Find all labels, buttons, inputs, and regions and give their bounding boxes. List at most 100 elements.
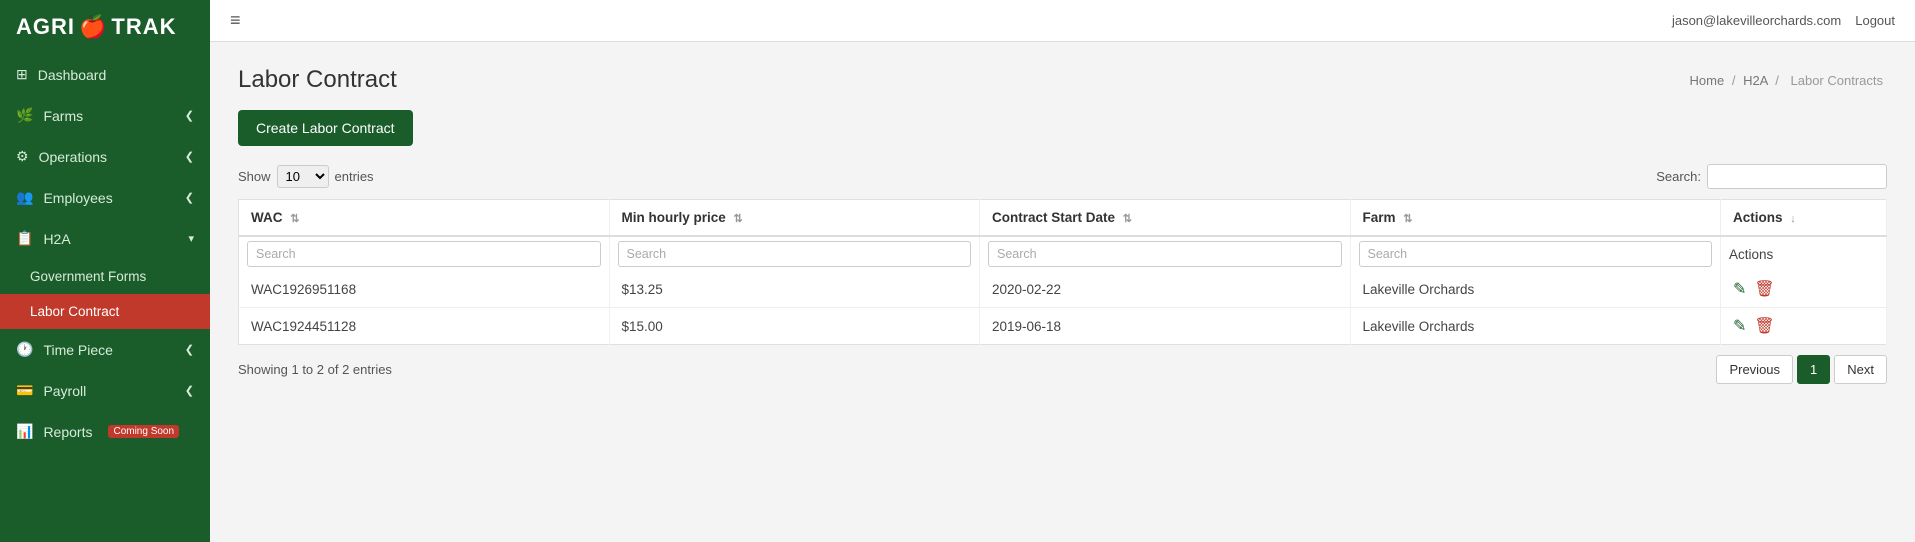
sort-icon-farm[interactable]: ⇅	[1403, 212, 1412, 225]
actions-cell: ✎ 🗑	[1721, 271, 1887, 308]
delete-button[interactable]: 🗑	[1754, 279, 1774, 299]
breadcrumb: Home / H2A / Labor Contracts	[1690, 73, 1887, 88]
filter-cell-farm	[1350, 236, 1721, 271]
search-label: Search:	[1656, 169, 1701, 184]
table-cell: 2019-06-18	[980, 308, 1351, 345]
sidebar-label-h2a: H2A	[43, 231, 70, 247]
chevron-right-icon-3: ❮	[185, 191, 194, 204]
payroll-icon: 💳	[16, 382, 33, 399]
col-header-min-hourly: Min hourly price ⇅	[609, 200, 980, 237]
breadcrumb-home[interactable]: Home	[1690, 73, 1725, 88]
edit-button[interactable]: ✎	[1733, 316, 1746, 336]
sidebar-label-time-piece: Time Piece	[43, 342, 113, 358]
table-header-row: WAC ⇅ Min hourly price ⇅ Contract Start …	[239, 200, 1887, 237]
chevron-right-icon-2: ❮	[185, 150, 194, 163]
entries-select[interactable]: 10 25 50 100	[277, 165, 329, 188]
col-label-start-date: Contract Start Date	[992, 210, 1115, 225]
table-cell: $15.00	[609, 308, 980, 345]
table-row: WAC1924451128$15.002019-06-18Lakeville O…	[239, 308, 1887, 345]
filter-cell-wac	[239, 236, 610, 271]
sidebar-sub-label-government-forms: Government Forms	[30, 269, 146, 284]
table-cell: WAC1926951168	[239, 271, 610, 308]
topbar: ≡ jason@lakevilleorchards.com Logout	[210, 0, 1915, 42]
sidebar-label-employees: Employees	[43, 190, 112, 206]
logo-text-1: AGRI	[16, 14, 75, 40]
col-header-actions: Actions ↓	[1721, 200, 1887, 237]
operations-icon: ⚙	[16, 148, 29, 165]
breadcrumb-sep-2: /	[1775, 73, 1782, 88]
create-labor-contract-button[interactable]: Create Labor Contract	[238, 110, 413, 146]
reports-icon: 📊	[16, 423, 33, 440]
page-title: Labor Contract	[238, 66, 397, 94]
col-label-farm: Farm	[1363, 210, 1396, 225]
filter-row: Actions	[239, 236, 1887, 271]
pagination: Previous 1 Next	[1716, 355, 1887, 384]
employees-icon: 👥	[16, 189, 33, 206]
chevron-right-icon-4: ❮	[185, 343, 194, 356]
filter-input-start-date[interactable]	[988, 241, 1342, 267]
topbar-left: ≡	[230, 10, 241, 31]
filter-cell-min-hourly	[609, 236, 980, 271]
dashboard-icon: ⊞	[16, 66, 28, 83]
sidebar-label-operations: Operations	[39, 149, 107, 165]
actions-header-label: Actions	[1729, 247, 1773, 262]
page-header: Labor Contract Home / H2A / Labor Contra…	[238, 66, 1887, 94]
hamburger-menu-icon[interactable]: ≡	[230, 10, 241, 31]
filter-input-min-hourly[interactable]	[618, 241, 972, 267]
breadcrumb-sep-1: /	[1732, 73, 1739, 88]
filter-input-wac[interactable]	[247, 241, 601, 267]
app-logo: AGRI 🍎 TRAK	[0, 0, 210, 54]
previous-button[interactable]: Previous	[1716, 355, 1793, 384]
farms-icon: 🌿	[16, 107, 33, 124]
delete-button[interactable]: 🗑	[1754, 316, 1774, 336]
logout-link[interactable]: Logout	[1855, 13, 1895, 28]
sidebar-item-time-piece[interactable]: 🕐 Time Piece ❮	[0, 329, 210, 370]
h2a-icon: 📋	[16, 230, 33, 247]
col-label-wac: WAC	[251, 210, 283, 225]
table-cell: WAC1924451128	[239, 308, 610, 345]
sidebar-sub-label-labor-contract: Labor Contract	[30, 304, 119, 319]
sidebar-item-reports[interactable]: 📊 Reports Coming Soon	[0, 411, 210, 452]
sort-icon-start-date[interactable]: ⇅	[1123, 212, 1132, 225]
sidebar-item-operations[interactable]: ⚙ Operations ❮	[0, 136, 210, 177]
sidebar-label-reports: Reports	[43, 424, 92, 440]
page-1-button[interactable]: 1	[1797, 355, 1830, 384]
edit-button[interactable]: ✎	[1733, 279, 1746, 299]
main-content: ≡ jason@lakevilleorchards.com Logout Lab…	[210, 0, 1915, 542]
chevron-down-icon: ▾	[188, 232, 194, 245]
sidebar-sub-item-government-forms[interactable]: Government Forms	[0, 259, 210, 294]
logo-text-2: TRAK	[111, 14, 176, 40]
sort-icon-min-hourly[interactable]: ⇅	[734, 212, 743, 225]
filter-cell-start-date	[980, 236, 1351, 271]
user-email: jason@lakevilleorchards.com	[1672, 13, 1841, 28]
breadcrumb-h2a[interactable]: H2A	[1743, 73, 1768, 88]
time-piece-icon: 🕐	[16, 341, 33, 358]
sidebar-item-employees[interactable]: 👥 Employees ❮	[0, 177, 210, 218]
global-search-input[interactable]	[1707, 164, 1887, 189]
breadcrumb-current: Labor Contracts	[1791, 73, 1884, 88]
sidebar-sub-item-labor-contract[interactable]: Labor Contract	[0, 294, 210, 329]
show-label: Show	[238, 169, 271, 184]
logo-icon: 🍎	[79, 14, 107, 40]
chevron-right-icon: ❮	[185, 109, 194, 122]
table-row: WAC1926951168$13.252020-02-22Lakeville O…	[239, 271, 1887, 308]
labor-contracts-table: WAC ⇅ Min hourly price ⇅ Contract Start …	[238, 199, 1887, 345]
sidebar-label-dashboard: Dashboard	[38, 67, 107, 83]
table-cell: Lakeville Orchards	[1350, 308, 1721, 345]
sidebar-item-h2a[interactable]: 📋 H2A ▾	[0, 218, 210, 259]
filter-input-farm[interactable]	[1359, 241, 1713, 267]
sidebar-item-farms[interactable]: 🌿 Farms ❮	[0, 95, 210, 136]
sidebar-item-payroll[interactable]: 💳 Payroll ❮	[0, 370, 210, 411]
sort-icon-actions[interactable]: ↓	[1790, 213, 1796, 225]
sidebar-label-farms: Farms	[43, 108, 83, 124]
next-button[interactable]: Next	[1834, 355, 1887, 384]
table-controls: Show 10 25 50 100 entries Search:	[238, 164, 1887, 189]
show-entries-control: Show 10 25 50 100 entries	[238, 165, 374, 188]
content-area: Labor Contract Home / H2A / Labor Contra…	[210, 42, 1915, 542]
col-label-actions: Actions	[1733, 210, 1783, 225]
col-header-wac: WAC ⇅	[239, 200, 610, 237]
col-header-farm: Farm ⇅	[1350, 200, 1721, 237]
table-cell: $13.25	[609, 271, 980, 308]
sidebar-item-dashboard[interactable]: ⊞ Dashboard	[0, 54, 210, 95]
sort-icon-wac[interactable]: ⇅	[290, 212, 299, 225]
